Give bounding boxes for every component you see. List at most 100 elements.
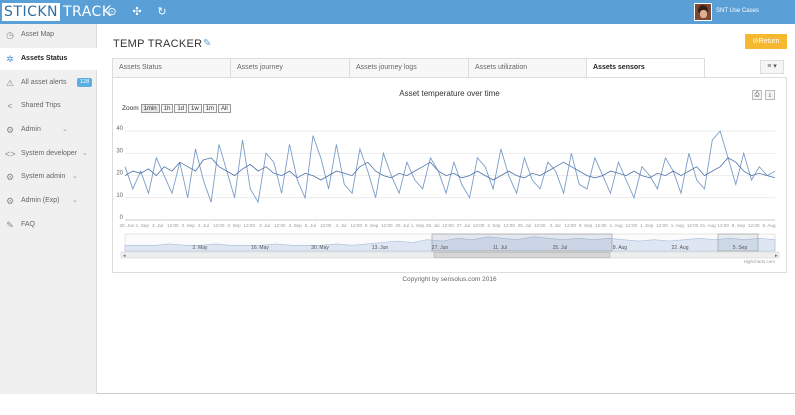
- page-title: TEMP TRACKER: [113, 38, 203, 50]
- x-tick-label: 4. Jul: [336, 223, 347, 228]
- x-tick-label: 12:00: [213, 223, 225, 228]
- navigator-label: 30. May: [311, 245, 329, 251]
- sidebar-item-label: System developer: [21, 150, 78, 157]
- x-tick-label: 3. Sep: [182, 223, 196, 228]
- logo-part-right: TRACK: [63, 4, 112, 20]
- sidebar: ◷ Asset Map ✲ Assets Status ⚠ All asset …: [0, 24, 97, 394]
- y-tick-label: 20: [116, 171, 123, 177]
- navigator-label: 2. May: [192, 245, 208, 251]
- x-tick-label: 20. Jul: [426, 223, 440, 228]
- sidebar-item-label: Asset Map: [21, 31, 55, 38]
- x-tick-label: 5. Jul: [305, 223, 316, 228]
- clock-icon: ◷: [6, 30, 14, 40]
- user-name[interactable]: SNT Use Cases: [716, 8, 759, 14]
- zoom-label: Zoom: [122, 105, 139, 112]
- sidebar-item-system-developer[interactable]: <> System developer ⌄: [0, 143, 97, 165]
- x-tick-label: 2. Jul: [152, 223, 163, 228]
- x-tick-label: 3. Sep: [289, 223, 303, 228]
- sidebar-item-all-asset-alerts[interactable]: ⚠ All asset alerts 128: [0, 72, 97, 94]
- copyright-text: Copyright by sensolus.com 2016: [402, 276, 497, 283]
- x-tick-label: 12:00: [351, 223, 363, 228]
- play-circle-icon[interactable]: ⊙: [106, 6, 118, 18]
- spinner-icon: ✲: [6, 54, 14, 64]
- app-logo[interactable]: STICKN TRACK: [2, 3, 112, 21]
- scrollbar-thumb: [433, 252, 611, 258]
- x-tick-label: 25. Jul: [518, 223, 532, 228]
- x-tick-label: 12:00: [534, 223, 546, 228]
- chart-credit: Highcharts.com: [744, 259, 776, 264]
- tab-assets-utilization[interactable]: Assets utilization: [468, 58, 587, 77]
- tab-assets-journey-logs[interactable]: Assets journey logs: [349, 58, 469, 77]
- sidebar-item-asset-map[interactable]: ◷ Asset Map: [0, 24, 97, 46]
- x-tick-label: 9. Aug: [762, 223, 775, 228]
- sidebar-item-faq[interactable]: ✎ FAQ: [0, 214, 97, 236]
- gears-icon: ⚙: [5, 196, 15, 206]
- navigator-label: 5. Sep: [733, 245, 748, 251]
- x-tick-label: 1. Aug: [671, 223, 684, 228]
- sidebar-item-shared-trips[interactable]: < Shared Trips: [0, 95, 97, 117]
- sidebar-item-label: All asset alerts: [21, 79, 67, 86]
- x-tick-label: 12:00: [595, 223, 607, 228]
- sidebar-item-label: Admin (Exp): [21, 197, 60, 204]
- x-tick-label: 12:00: [656, 223, 668, 228]
- footer-divider: [97, 393, 795, 394]
- x-tick-label: 4. Sep: [487, 223, 501, 228]
- options-menu-button[interactable]: ≡ ▾: [760, 60, 784, 74]
- x-tick-label: 1. Sep: [136, 223, 150, 228]
- chevron-down-icon: ⌄: [82, 150, 88, 157]
- sidebar-item-assets-status[interactable]: ✲ Assets Status: [0, 48, 97, 70]
- x-tick-label: 12:00: [748, 223, 760, 228]
- x-tick-label: 8. Sep: [732, 223, 746, 228]
- alerts-count-badge: 128: [77, 78, 93, 87]
- top-bar: [0, 0, 795, 24]
- navigator-label: 13. Jun: [372, 245, 389, 251]
- download-icon[interactable]: ⤓: [765, 90, 775, 100]
- x-tick-label: 12:00: [687, 223, 699, 228]
- sidebar-item-label: Assets Status: [21, 55, 68, 62]
- gear-icon: ⚙: [5, 125, 15, 135]
- x-tick-label: 12:00: [503, 223, 515, 228]
- x-tick-label: 1. Sep: [640, 223, 654, 228]
- sidebar-item-admin[interactable]: ⚙ Admin ⌄: [0, 119, 97, 141]
- chevron-down-icon: ⌄: [62, 126, 68, 133]
- x-tick-label: 3. Sep: [227, 223, 241, 228]
- x-tick-label: 12:00: [626, 223, 638, 228]
- x-tick-label: 9. Sep: [579, 223, 593, 228]
- sidebar-item-system-admin[interactable]: ⚙ System admin ⌄: [0, 166, 97, 188]
- tab-assets-journey[interactable]: Assets journey: [230, 58, 350, 77]
- temperature-chart[interactable]: 01020304030. Jun 1. Sep 2. Jul 12:00 3. Sep 2…: [112, 112, 787, 264]
- edit-pencil-icon[interactable]: ✎: [203, 38, 211, 49]
- x-tick-label: 2. Jul: [198, 223, 209, 228]
- avatar[interactable]: [694, 3, 712, 21]
- x-tick-label: 1. Aug: [610, 223, 623, 228]
- print-icon[interactable]: ⎙: [752, 90, 762, 100]
- tab-assets-sensors[interactable]: Assets sensors: [586, 58, 705, 78]
- x-tick-label: 12:00: [565, 223, 577, 228]
- y-tick-label: 40: [116, 126, 123, 132]
- navigator-label: 27. Jun: [432, 245, 449, 251]
- tab-assets-status[interactable]: Assets Status: [112, 58, 231, 77]
- refresh-icon[interactable]: ↻: [156, 6, 168, 18]
- fullscreen-icon[interactable]: ✣: [131, 6, 143, 18]
- sidebar-item-admin-exp[interactable]: ⚙ Admin (Exp) ⌄: [0, 190, 97, 212]
- x-tick-label: 12:00: [473, 223, 485, 228]
- x-tick-label: 30. Jun: [119, 223, 135, 228]
- x-tick-label: 21. Aug: [700, 223, 716, 228]
- sidebar-item-label: Shared Trips: [21, 102, 61, 109]
- tab-bar: Assets Status Assets journey Assets jour…: [112, 58, 787, 78]
- series-line-1: [124, 130, 776, 204]
- x-tick-label: 3. Jul: [550, 223, 561, 228]
- y-tick-label: 0: [120, 215, 124, 221]
- chevron-down-icon: ⌄: [72, 197, 78, 204]
- navigator-label: 11. Jul: [493, 245, 507, 251]
- x-tick-label: 12:00: [167, 223, 179, 228]
- logo-part-left: STICKN: [2, 3, 60, 21]
- return-button[interactable]: ⊘Return: [745, 34, 787, 49]
- x-tick-label: 12:00: [442, 223, 454, 228]
- x-tick-label: 12:00: [274, 223, 286, 228]
- code-icon: <>: [5, 149, 16, 159]
- x-tick-label: 27. Jul: [457, 223, 471, 228]
- sidebar-item-label: Admin: [21, 126, 41, 133]
- y-tick-label: 30: [116, 148, 123, 154]
- x-tick-label: 20. Jul: [395, 223, 409, 228]
